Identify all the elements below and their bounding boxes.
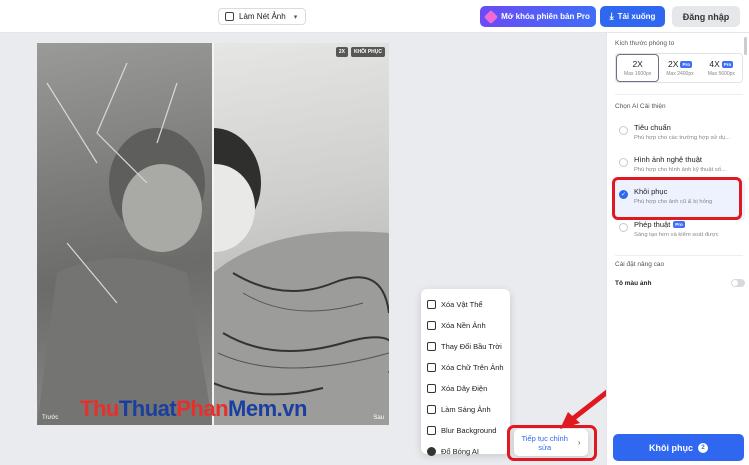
text-remove-icon (427, 363, 436, 372)
blur-icon (427, 426, 436, 435)
photo-after (165, 43, 389, 425)
before-label: Trước (42, 415, 59, 421)
photo-before (37, 43, 213, 425)
radio-magic[interactable] (619, 223, 628, 232)
eraser-icon (427, 300, 436, 309)
advanced-section-title: Cài đặt nâng cao (615, 261, 665, 268)
highlight-box-restore-option (612, 177, 742, 220)
size-option-2x-pro[interactable]: 2X Pro Max 2400px (659, 54, 700, 82)
login-button[interactable]: Đăng nhập (672, 6, 740, 27)
menu-item-change-sky[interactable]: Thay Đổi Bầu Trời (421, 336, 510, 357)
ai-section-title: Chọn AI Cải thiện (615, 103, 666, 110)
pro-badge: Pro (680, 60, 692, 68)
menu-item-remove-wire[interactable]: Xóa Dây Điện (421, 378, 510, 399)
menu-item-ai-shadow[interactable]: Đổ Bóng AI (421, 441, 510, 462)
download-label: Tải xuống (617, 12, 656, 21)
panel-scrollbar[interactable] (744, 37, 747, 55)
edit-tools-menu: Xóa Vật Thể Xóa Nền Ảnh Thay Đổi Bầu Trờ… (421, 289, 510, 456)
settings-panel: Kích thước phóng to 2X Max 1600px 2X Pro … (606, 33, 749, 465)
restore-label: Khôi phục (649, 442, 693, 453)
restore-button[interactable]: Khôi phục 2 (613, 434, 744, 461)
shadow-icon (427, 447, 436, 456)
photo-before-art (37, 62, 213, 425)
wire-icon (427, 384, 436, 393)
menu-item-remove-text[interactable]: Xóa Chữ Trên Ảnh (421, 357, 510, 378)
menu-item-remove-background[interactable]: Xóa Nền Ảnh (421, 315, 510, 336)
compare-divider-handle[interactable] (212, 43, 214, 425)
radio-art[interactable] (619, 158, 628, 167)
after-label: Sau (373, 415, 384, 421)
unlock-pro-label: Mở khóa phiên bản Pro (501, 12, 590, 21)
diamond-icon (484, 9, 499, 24)
radio-standard[interactable] (619, 126, 628, 135)
colorize-toggle[interactable] (731, 279, 745, 287)
top-bar: Làm Nét Ảnh ▾ Mở khóa phiên bản Pro ⤓ Tả… (0, 0, 749, 33)
photo-compare-view[interactable]: 2X KHÔI PHỤC Trước Sau (37, 43, 389, 425)
photo-after-art (165, 128, 389, 425)
photo-badges: 2X KHÔI PHỤC (335, 47, 385, 57)
unlock-pro-button[interactable]: Mở khóa phiên bản Pro (480, 6, 596, 27)
colorize-row: Tô màu ảnh (615, 279, 745, 287)
scale-badge: 2X (335, 47, 348, 57)
menu-item-blur-background[interactable]: Blur Background (421, 420, 510, 441)
divider (615, 94, 743, 95)
watermark-text: ThuThuatPhanMem.vn (80, 396, 307, 421)
restore-count-badge: 2 (698, 442, 708, 453)
pro-badge: Pro (673, 221, 685, 228)
tool-select-dropdown[interactable]: Làm Nét Ảnh ▾ (218, 8, 307, 25)
brightness-icon (427, 405, 436, 414)
chevron-down-icon: ▾ (293, 13, 298, 21)
background-remove-icon (427, 321, 436, 330)
colorize-label: Tô màu ảnh (615, 279, 652, 287)
size-option-4x-pro[interactable]: 4X Pro Max 5600px (701, 54, 742, 82)
menu-item-brighten[interactable]: Làm Sáng Ảnh (421, 399, 510, 420)
download-button[interactable]: ⤓ Tải xuống (600, 6, 665, 27)
mode-badge: KHÔI PHỤC (350, 47, 385, 57)
size-options: 2X Max 1600px 2X Pro Max 2400px 4X Pro Max… (615, 53, 743, 83)
download-icon: ⤓ (609, 11, 614, 21)
sky-icon (427, 342, 436, 351)
tool-select-label: Làm Nét Ảnh (239, 12, 286, 21)
sharpen-icon (225, 12, 234, 21)
pro-badge: Pro (721, 60, 734, 68)
size-option-2x[interactable]: 2X Max 1600px (616, 54, 660, 82)
size-section-title: Kích thước phóng to (615, 40, 675, 47)
menu-item-remove-object[interactable]: Xóa Vật Thể (421, 294, 510, 315)
divider (615, 255, 743, 256)
highlight-box-continue (507, 425, 597, 461)
